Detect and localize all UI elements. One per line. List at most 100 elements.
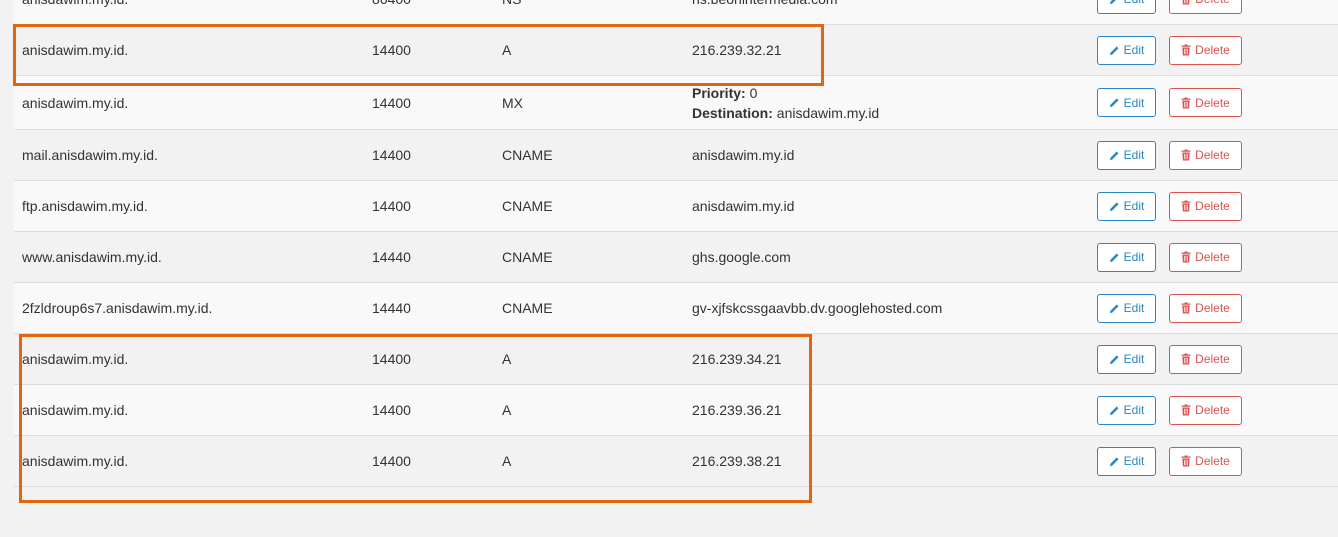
table-row: www.anisdawim.my.id. 14440 CNAME ghs.goo… — [14, 232, 1338, 283]
record-type: A — [502, 453, 512, 469]
edit-button[interactable]: Edit — [1097, 35, 1156, 65]
delete-button-label: Delete — [1195, 352, 1230, 366]
mx-destination: Destination: anisdawim.my.id — [692, 103, 879, 123]
edit-button-label: Edit — [1123, 250, 1145, 264]
table-row: anisdawim.my.id. 14400 A 216.239.36.21 E… — [14, 385, 1338, 436]
trash-icon — [1181, 455, 1191, 467]
trash-icon — [1181, 44, 1191, 56]
record-ttl: 14400 — [372, 402, 411, 418]
trash-icon — [1181, 353, 1191, 365]
pencil-icon — [1109, 354, 1119, 364]
record-ttl: 14400 — [372, 147, 411, 163]
mx-destination-value: anisdawim.my.id — [776, 104, 880, 121]
edit-button-label: Edit — [1123, 95, 1145, 110]
record-ttl: 14400 — [372, 42, 411, 58]
delete-button[interactable]: Delete — [1169, 88, 1242, 117]
row-actions: Edit Delete — [1097, 181, 1242, 231]
record-name: anisdawim.my.id. — [22, 453, 129, 469]
delete-button[interactable]: Delete — [1169, 0, 1242, 14]
delete-button[interactable]: Delete — [1169, 242, 1242, 272]
delete-button[interactable]: Delete — [1169, 344, 1242, 374]
delete-button[interactable]: Delete — [1169, 446, 1242, 476]
row-actions: Edit Delete — [1097, 232, 1242, 282]
delete-button-label: Delete — [1195, 0, 1230, 6]
record-type: CNAME — [502, 300, 553, 316]
delete-button[interactable]: Delete — [1169, 395, 1242, 425]
pencil-icon — [1109, 150, 1119, 160]
edit-button[interactable]: Edit — [1097, 344, 1156, 374]
pencil-icon — [1109, 0, 1115, 4]
edit-button[interactable]: Edit — [1097, 446, 1156, 476]
edit-button-label: Edit — [1123, 148, 1145, 162]
row-actions: Edit Delete — [1097, 25, 1242, 75]
trash-icon — [1181, 302, 1191, 314]
row-actions: Edit Delete — [1097, 334, 1242, 384]
mx-priority-label: Priority: — [692, 84, 746, 101]
record-ttl: 14400 — [372, 94, 411, 111]
edit-button[interactable]: Edit — [1097, 88, 1156, 117]
trash-icon — [1181, 404, 1191, 416]
delete-button[interactable]: Delete — [1169, 191, 1242, 221]
edit-button-label: Edit — [1123, 403, 1145, 417]
record-value: ns.beonintermedia.com — [692, 0, 838, 24]
pencil-icon — [1109, 252, 1119, 262]
trash-icon — [1181, 200, 1191, 212]
mx-destination-label: Destination: — [692, 104, 773, 121]
delete-button[interactable]: Delete — [1169, 35, 1242, 65]
record-name: anisdawim.my.id. — [22, 94, 129, 111]
record-type: NS — [502, 0, 521, 24]
delete-button-label: Delete — [1195, 148, 1230, 162]
record-value: anisdawim.my.id — [692, 147, 795, 163]
edit-button[interactable]: Edit — [1097, 395, 1156, 425]
pencil-icon — [1109, 201, 1119, 211]
dns-records-table: anisdawim.my.id. 86400 NS ns.beoninterme… — [14, 0, 1338, 487]
trash-icon — [1181, 149, 1191, 161]
record-type: MX — [502, 94, 523, 111]
record-name: mail.anisdawim.my.id. — [22, 147, 158, 163]
record-ttl: 14400 — [372, 453, 411, 469]
delete-button[interactable]: Delete — [1169, 140, 1242, 170]
delete-button-label: Delete — [1195, 301, 1230, 315]
delete-button-label: Delete — [1195, 95, 1230, 110]
delete-button-label: Delete — [1195, 199, 1230, 213]
trash-icon — [1181, 97, 1191, 108]
record-value: gv-xjfskcssgaavbb.dv.googlehosted.com — [692, 300, 943, 316]
row-actions: Edit Delete — [1097, 436, 1242, 486]
record-name: ftp.anisdawim.my.id. — [22, 198, 148, 214]
record-ttl: 14440 — [372, 300, 411, 316]
mx-record-details: Priority: 0 Destination: anisdawim.my.id — [692, 83, 879, 123]
edit-button[interactable]: Edit — [1097, 242, 1156, 272]
record-value: 216.239.34.21 — [692, 351, 782, 367]
edit-button[interactable]: Edit — [1097, 140, 1156, 170]
pencil-icon — [1109, 303, 1119, 313]
delete-button[interactable]: Delete — [1169, 293, 1242, 323]
table-row: anisdawim.my.id. 14400 A 216.239.32.21 E… — [14, 25, 1338, 76]
row-actions: Edit Delete — [1097, 76, 1242, 129]
table-row: ftp.anisdawim.my.id. 14400 CNAME anisdaw… — [14, 181, 1338, 232]
trash-icon — [1181, 251, 1191, 263]
edit-button-label: Edit — [1123, 454, 1145, 468]
table-row: anisdawim.my.id. 86400 NS ns.beoninterme… — [14, 0, 1338, 25]
record-type: A — [502, 351, 512, 367]
delete-button-label: Delete — [1195, 250, 1230, 264]
record-value: ghs.google.com — [692, 249, 791, 265]
record-type: A — [502, 402, 512, 418]
record-value: Priority: 0 Destination: anisdawim.my.id — [692, 76, 879, 129]
row-actions: Edit Delete — [1097, 0, 1242, 24]
table-row: anisdawim.my.id. 14400 A 216.239.34.21 E… — [14, 334, 1338, 385]
delete-button-label: Delete — [1195, 454, 1230, 468]
table-row: anisdawim.my.id. 14400 MX Priority: 0 De… — [14, 76, 1338, 130]
edit-button[interactable]: Edit — [1097, 293, 1156, 323]
delete-button-label: Delete — [1195, 43, 1230, 57]
row-actions: Edit Delete — [1097, 130, 1242, 180]
record-name: anisdawim.my.id. — [22, 351, 129, 367]
mx-priority: Priority: 0 — [692, 83, 879, 103]
dns-records-page: anisdawim.my.id. 86400 NS ns.beoninterme… — [0, 0, 1338, 537]
edit-button-label: Edit — [1123, 43, 1145, 57]
record-ttl: 14400 — [372, 351, 411, 367]
edit-button[interactable]: Edit — [1097, 191, 1156, 221]
record-value: 216.239.32.21 — [692, 42, 782, 58]
mx-priority-value: 0 — [749, 84, 758, 101]
edit-button[interactable]: Edit — [1097, 0, 1156, 14]
record-name: anisdawim.my.id. — [22, 0, 128, 24]
